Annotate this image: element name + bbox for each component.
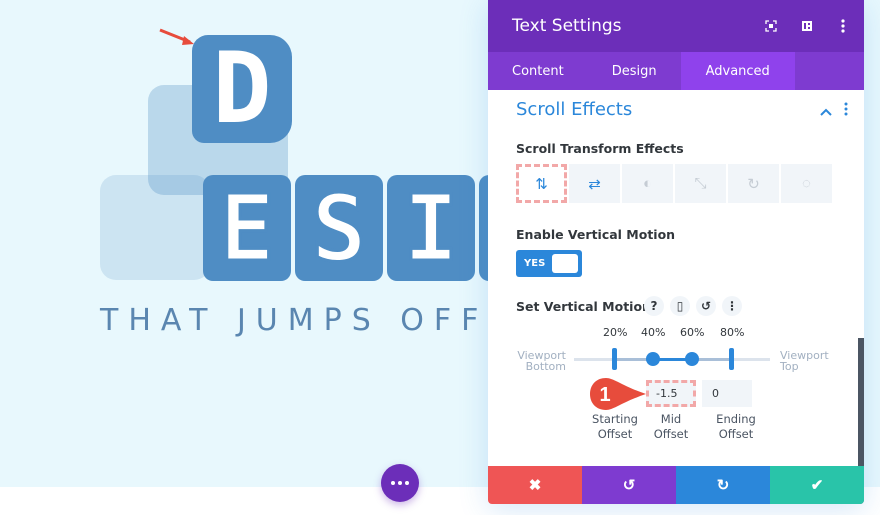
dot-icon: [405, 481, 409, 485]
reset-icon[interactable]: ↺: [696, 296, 716, 316]
viewport-top-line2: Top: [780, 360, 799, 373]
percent-label: 40%: [641, 326, 666, 339]
panel-header[interactable]: Text Settings: [488, 0, 864, 52]
tab-content[interactable]: Content: [488, 52, 588, 90]
rotating-icon: ↻: [747, 175, 760, 193]
mid-start-handle[interactable]: [646, 352, 660, 366]
headline-letter: S: [295, 173, 383, 283]
section-title[interactable]: Scroll Effects: [516, 99, 632, 120]
viewport-bottom-line2: Bottom: [525, 360, 566, 373]
ending-offset-label: Ending Offset: [710, 412, 762, 442]
toggle-knob: [552, 254, 578, 273]
effect-vertical-motion[interactable]: ⇅: [516, 164, 567, 203]
scroll-transform-label: Scroll Transform Effects: [516, 141, 684, 156]
vertical-motion-icon: ⇅: [535, 175, 548, 193]
start-handle[interactable]: [612, 348, 617, 370]
label-line: Offset: [597, 427, 633, 441]
split-view-icon[interactable]: [800, 19, 814, 33]
label-line: Ending: [716, 412, 756, 426]
check-icon: ✔: [810, 477, 824, 494]
scroll-effects-selector: ⇅ ⇄ ◐ ⤡ ↻ ◌: [516, 164, 832, 203]
close-icon: ✖: [528, 477, 542, 494]
viewport-bottom-label: Viewport Bottom: [516, 350, 566, 372]
blur-icon: ◌: [802, 175, 811, 192]
scaling-icon: ⤡: [694, 175, 707, 192]
headline-letter-d[interactable]: D: [192, 32, 292, 146]
save-button[interactable]: ✔: [770, 466, 864, 504]
discard-button[interactable]: ✖: [488, 466, 582, 504]
undo-icon: ↺: [622, 477, 636, 494]
enable-vertical-toggle[interactable]: YES: [516, 250, 582, 277]
label-line: Starting: [592, 412, 638, 426]
effect-fading[interactable]: ◐: [622, 164, 673, 203]
headline-letter: E: [203, 173, 291, 283]
end-handle[interactable]: [729, 348, 734, 370]
starting-offset-label: Starting Offset: [590, 412, 640, 442]
redo-button[interactable]: ↻: [676, 466, 770, 504]
toggle-label: YES: [524, 258, 546, 269]
label-line: Offset: [653, 427, 689, 441]
letter-text: S: [310, 173, 368, 283]
callout-badge: 1: [590, 378, 646, 410]
tab-advanced[interactable]: Advanced: [680, 52, 795, 90]
effect-blur[interactable]: ◌: [781, 164, 832, 203]
tab-design[interactable]: Design: [588, 52, 681, 90]
fullscreen-icon[interactable]: [764, 19, 778, 33]
panel-tabs: Content Design Advanced: [488, 52, 864, 90]
panel-body: Scroll Effects Scroll Transform Effects …: [488, 90, 864, 504]
set-vertical-label: Set Vertical Motion: [516, 299, 651, 314]
effect-rotating[interactable]: ↻: [728, 164, 779, 203]
mid-end-handle[interactable]: [685, 352, 699, 366]
letter-text: E: [218, 173, 276, 283]
help-icon[interactable]: ?: [644, 296, 664, 316]
ending-offset-input[interactable]: 0: [702, 380, 752, 407]
panel-title: Text Settings: [512, 16, 622, 36]
mid-offset-input[interactable]: -1.5: [646, 380, 696, 407]
kebab-menu-icon[interactable]: [844, 102, 848, 119]
enable-vertical-label: Enable Vertical Motion: [516, 227, 676, 242]
settings-panel: Text Settings Content Design Advanced Sc…: [488, 0, 864, 504]
dot-icon: [398, 481, 402, 485]
dot-icon: [391, 481, 395, 485]
kebab-menu-icon[interactable]: [836, 19, 850, 33]
mid-offset-label: Mid Offset: [646, 412, 696, 442]
device-icon[interactable]: ▯: [670, 296, 690, 316]
effect-horizontal-motion[interactable]: ⇄: [569, 164, 620, 203]
headline-letter: I: [387, 173, 475, 283]
horizontal-motion-icon: ⇄: [588, 175, 601, 193]
percent-label: 80%: [720, 326, 745, 339]
panel-actions: ✖ ↺ ↻ ✔: [488, 466, 864, 504]
undo-button[interactable]: ↺: [582, 466, 676, 504]
kebab-menu-icon[interactable]: ⋮: [722, 296, 742, 316]
percent-label: 60%: [680, 326, 705, 339]
label-line: Offset: [718, 427, 754, 441]
effect-scaling[interactable]: ⤡: [675, 164, 726, 203]
redo-icon: ↻: [716, 477, 730, 494]
callout-number: 1: [599, 384, 610, 406]
viewport-top-label: Viewport Top: [780, 350, 829, 372]
label-line: Mid: [660, 412, 682, 426]
letter-text: I: [402, 173, 460, 283]
tagline[interactable]: THAT JUMPS OFF T: [100, 303, 536, 338]
chevron-up-icon[interactable]: [820, 103, 832, 119]
percent-label: 20%: [603, 326, 628, 339]
fading-icon: ◐: [642, 175, 653, 192]
more-options-button[interactable]: [381, 464, 419, 502]
